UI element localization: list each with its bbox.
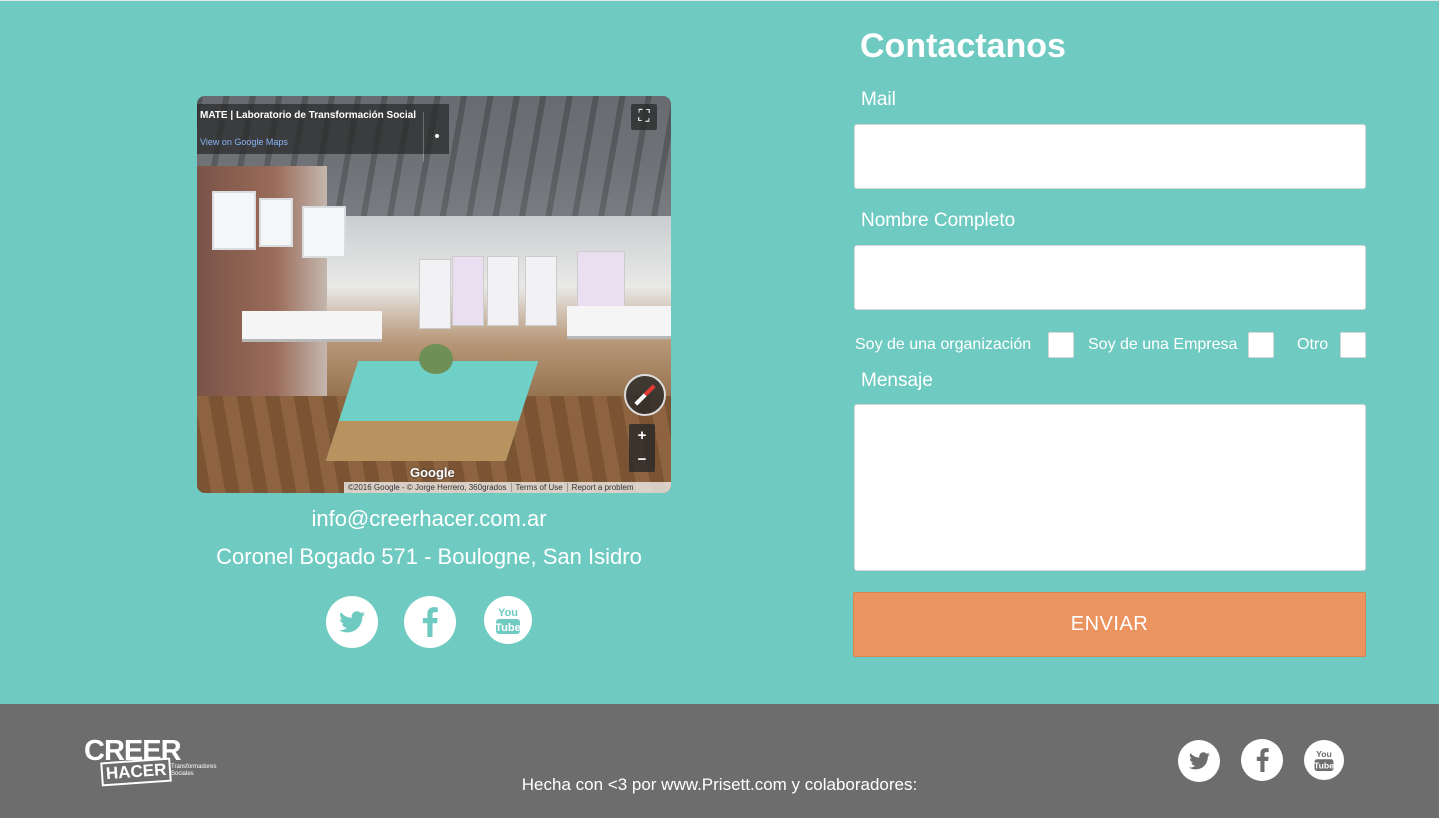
zoom-out-button[interactable]: − [629,448,655,472]
zoom-in-button[interactable]: + [629,424,655,448]
google-logo: Google [410,465,455,480]
place-title: MATE | Laboratorio de Transformación Soc… [200,110,416,121]
compass-icon[interactable] [624,374,666,416]
form-title: Contactanos [860,27,1066,65]
street-view-map[interactable]: MATE | Laboratorio de Transformación Soc… [197,96,671,493]
option-other-checkbox[interactable] [1340,332,1366,358]
full-name-input[interactable] [854,245,1366,310]
map-pin-icon[interactable]: • [423,112,450,162]
sv-panel [419,259,451,329]
youtube-you-text: You [1316,749,1332,759]
contact-address: Coronel Bogado 571 - Boulogne, San Isidr… [216,544,642,569]
twitter-button[interactable] [326,596,378,648]
youtube-tube-text: Tube [1314,761,1334,771]
footer [0,704,1439,818]
report-problem-link[interactable]: Report a problem [568,483,638,492]
place-card[interactable]: MATE | Laboratorio de Transformación Soc… [197,104,449,162]
twitter-icon [339,611,365,633]
option-organization-checkbox[interactable] [1048,332,1074,358]
name-label: Nombre Completo [861,210,1016,231]
terms-link[interactable]: Terms of Use [511,483,568,492]
footer-facebook-button[interactable] [1241,739,1283,781]
twitter-icon [1188,752,1210,770]
sv-desk [242,311,382,342]
sv-panel [452,256,484,326]
attribution-text: ©2016 Google - © Jorge Herrero, 360grado… [344,483,512,492]
sv-panel [525,256,557,326]
zoom-control: + − [629,424,655,472]
youtube-icon: You Tube [495,607,521,634]
submit-button[interactable]: ENVIAR [853,592,1366,657]
youtube-you-text: You [498,607,518,619]
message-textarea[interactable] [854,404,1366,571]
footer-twitter-button[interactable] [1178,740,1220,782]
youtube-icon: You Tube [1314,749,1334,771]
map-attribution: ©2016 Google - © Jorge Herrero, 360grado… [344,482,671,493]
facebook-button[interactable] [404,596,456,648]
option-organization-label: Soy de una organización [855,336,1032,353]
contact-email[interactable]: info@creerhacer.com.ar [197,506,661,532]
sv-window [302,206,346,258]
sv-window [259,198,293,247]
contact-section: MATE | Laboratorio de Transformación Soc… [0,0,1439,704]
facebook-icon [422,607,438,637]
message-label: Mensaje [861,370,933,391]
sv-window [212,191,256,250]
view-on-google-maps-link[interactable]: View on Google Maps [200,137,288,147]
youtube-tube-text: Tube [495,622,520,634]
option-other-label: Otro [1297,336,1329,353]
sv-table [325,361,539,461]
option-company-label: Soy de una Empresa [1088,336,1238,353]
facebook-icon [1256,748,1269,772]
option-company-checkbox[interactable] [1248,332,1274,358]
footer-youtube-button[interactable]: You Tube [1304,740,1344,780]
mail-label: Mail [861,89,896,110]
youtube-button[interactable]: You Tube [484,596,532,644]
fullscreen-icon[interactable]: ⛶ [631,104,657,130]
sv-plant [419,344,453,374]
mail-input[interactable] [854,124,1366,189]
sv-desk [567,306,671,339]
footer-credit: Hecha con <3 por www.Prisett.com y colab… [521,775,918,794]
compass-needle [634,384,656,406]
sv-panel [487,256,519,326]
